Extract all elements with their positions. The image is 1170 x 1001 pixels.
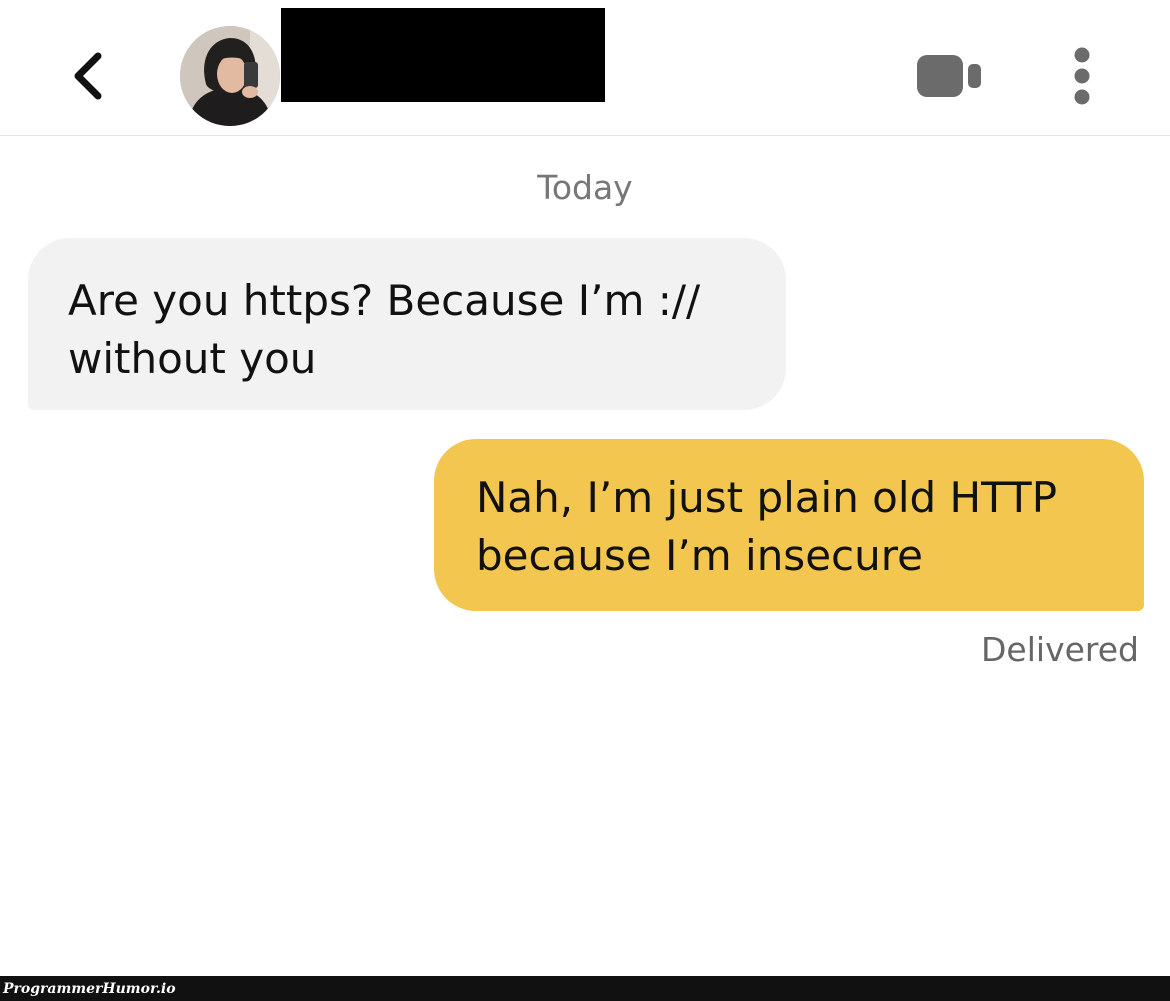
contact-avatar[interactable]	[180, 26, 280, 126]
message-text: Are you https? Because I’m :// without y…	[68, 276, 701, 383]
date-divider: Today	[537, 168, 633, 207]
more-options-button[interactable]	[1058, 40, 1106, 112]
chevron-left-icon	[74, 52, 102, 100]
delivery-status: Delivered	[981, 630, 1139, 669]
contact-name-redacted	[281, 8, 605, 102]
video-call-button[interactable]	[906, 46, 992, 106]
more-vertical-icon	[1074, 47, 1090, 105]
sent-message-bubble[interactable]: Nah, I’m just plain old HTTP because I’m…	[434, 439, 1144, 611]
chat-header	[0, 0, 1170, 136]
received-message-bubble[interactable]: Are you https? Because I’m :// without y…	[28, 238, 786, 410]
message-text: Nah, I’m just plain old HTTP because I’m…	[476, 473, 1058, 580]
avatar-image	[180, 26, 280, 126]
back-button[interactable]	[60, 44, 116, 108]
video-camera-icon	[917, 55, 981, 97]
watermark-bar: ProgrammerHumor.io	[0, 976, 1170, 1001]
watermark-text: ProgrammerHumor.io	[3, 981, 176, 997]
